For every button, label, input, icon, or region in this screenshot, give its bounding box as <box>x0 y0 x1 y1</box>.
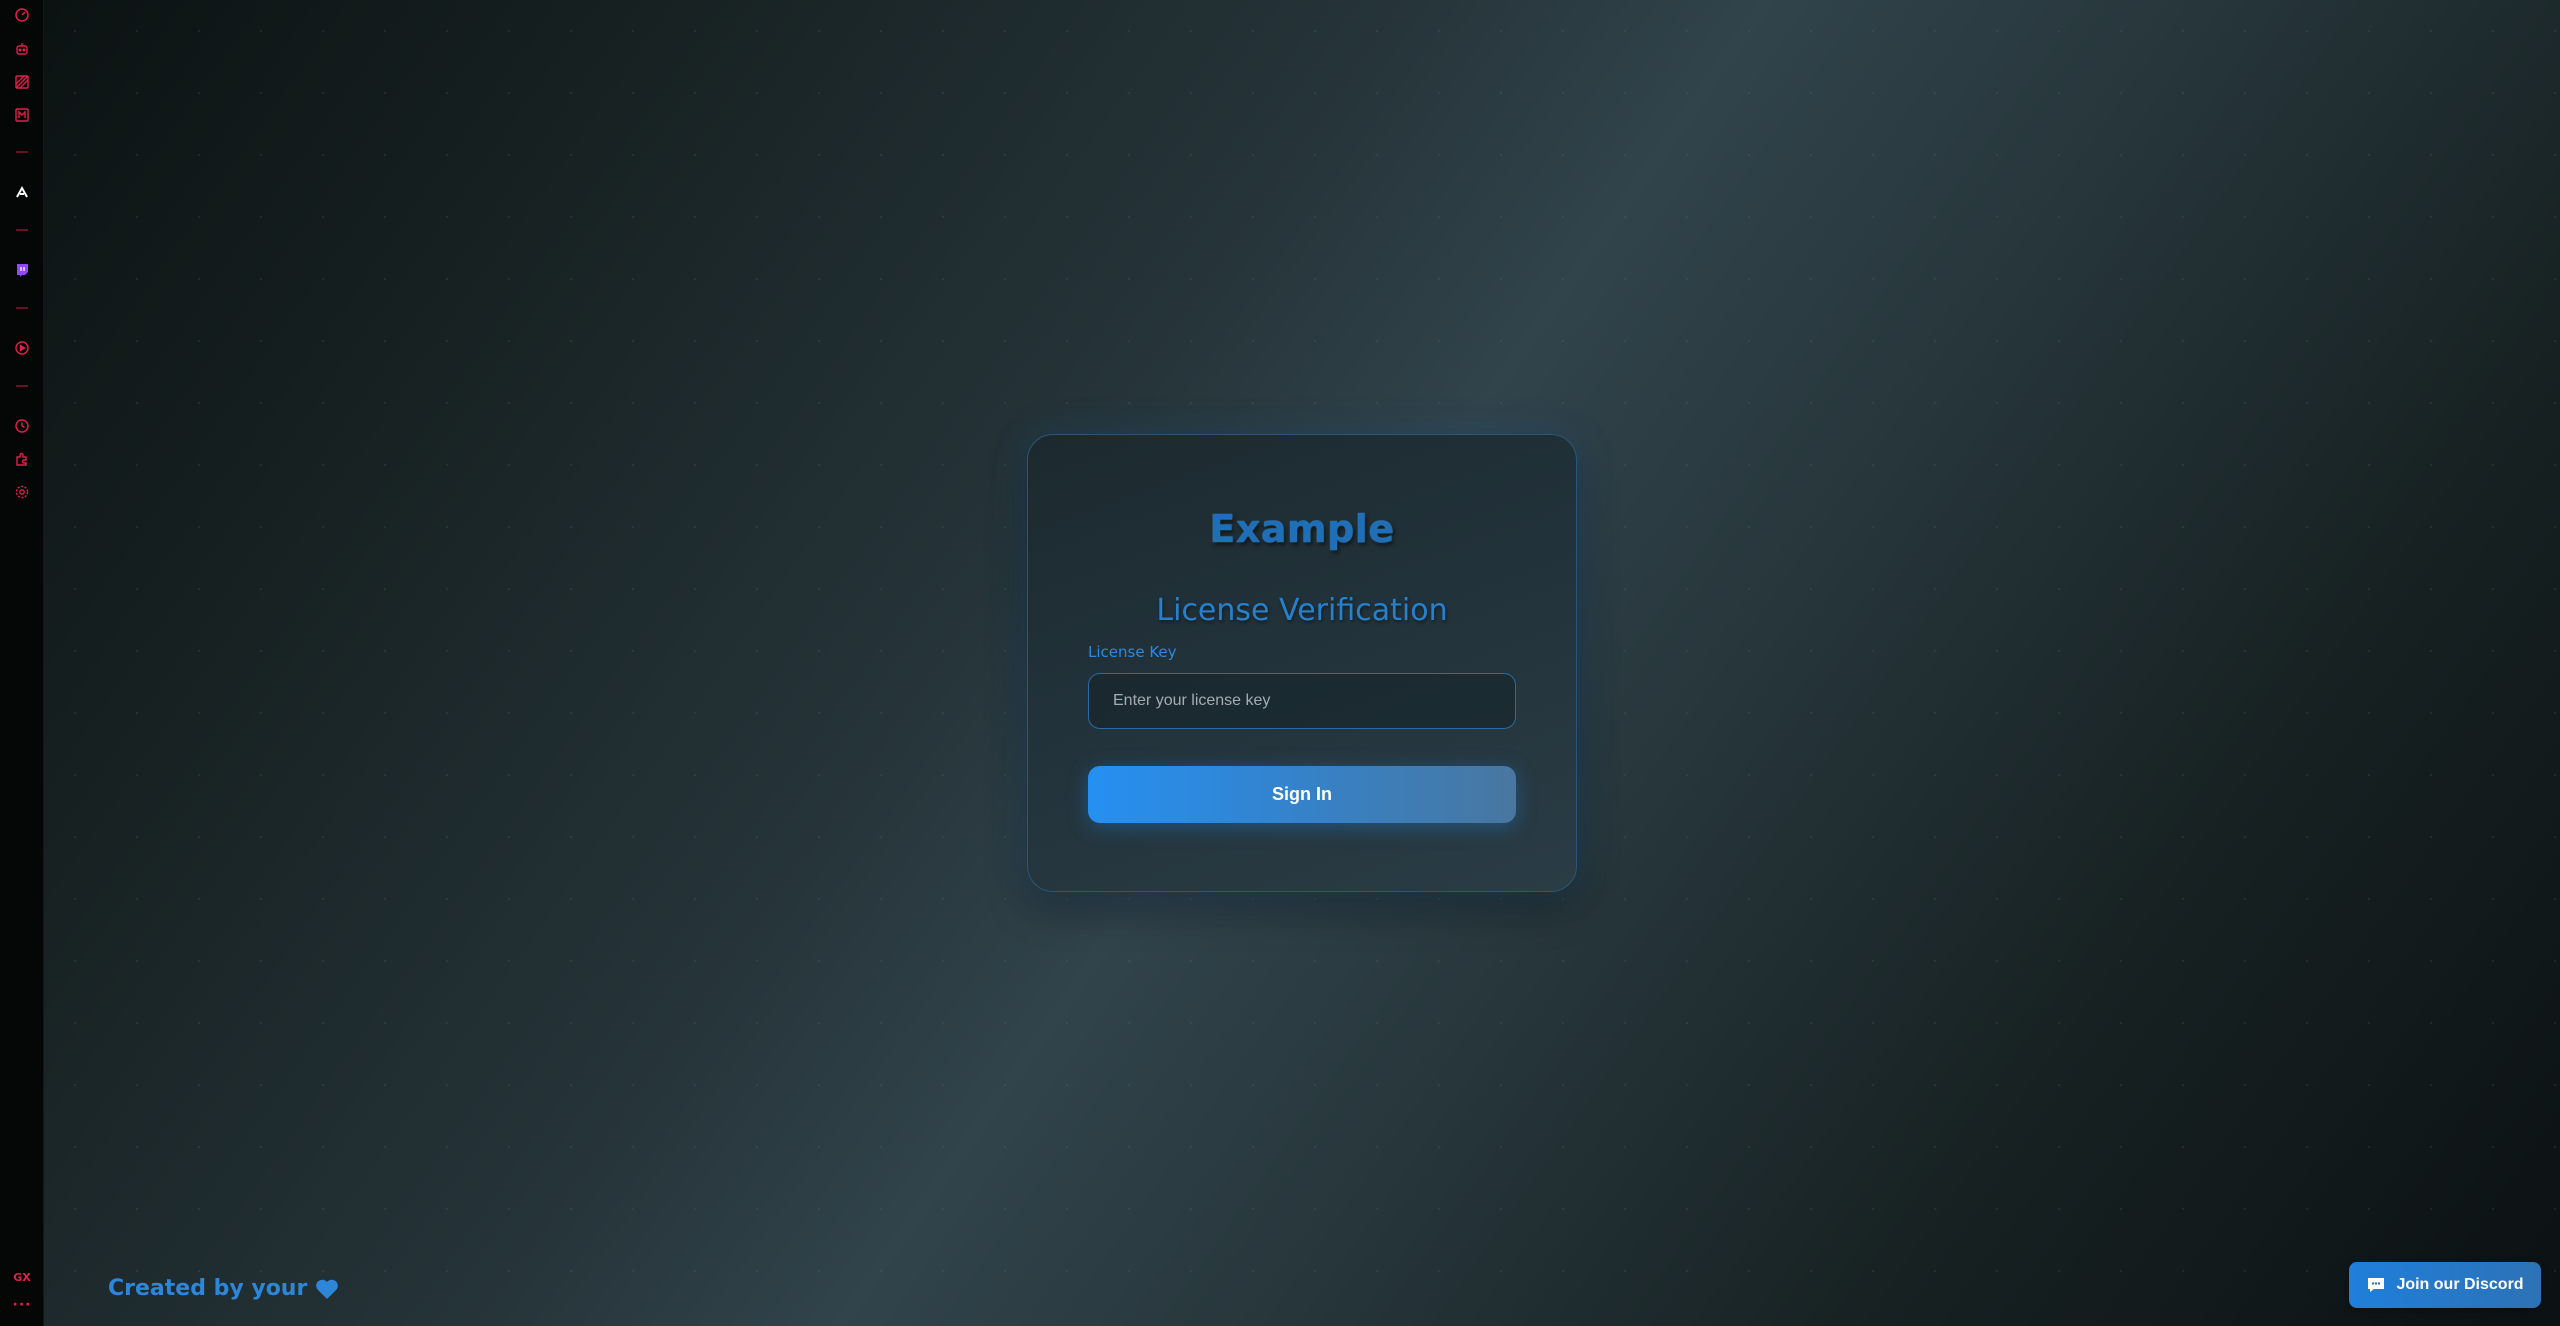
gx-label[interactable]: GX <box>10 1270 34 1286</box>
player-icon[interactable] <box>12 338 32 358</box>
discord-label: Join our Discord <box>2396 1276 2524 1293</box>
sidebar-separator <box>16 229 28 231</box>
sidebar-separator <box>16 385 28 387</box>
bot-icon[interactable] <box>12 39 32 59</box>
chat-bubble-icon <box>2366 1276 2386 1294</box>
heart-icon <box>315 1278 339 1300</box>
sign-in-button[interactable]: Sign In <box>1088 766 1516 823</box>
browser-sidebar: GX ··· <box>0 0 44 1326</box>
page-background: Example License Verification License Key… <box>44 0 2560 1326</box>
stripes-icon[interactable] <box>12 72 32 92</box>
mail-icon[interactable] <box>12 105 32 125</box>
join-discord-button[interactable]: Join our Discord <box>2349 1262 2541 1308</box>
history-icon[interactable] <box>12 416 32 436</box>
license-key-input[interactable] <box>1088 673 1516 729</box>
twitch-icon[interactable] <box>12 260 32 280</box>
settings-icon[interactable] <box>12 482 32 502</box>
browser-window: GX ··· Example License Verification Lice… <box>0 0 2560 1326</box>
speed-dial-icon[interactable] <box>12 5 32 25</box>
more-icon[interactable]: ··· <box>10 1298 34 1316</box>
license-key-label: License Key <box>1088 643 1177 661</box>
aria-icon[interactable] <box>12 182 32 202</box>
credit-label: Created by your <box>108 1276 308 1301</box>
sidebar-separator <box>16 307 28 309</box>
credit-text: Created by your <box>108 1276 339 1301</box>
page-heading: License Verification <box>1156 593 1448 628</box>
login-card: Example License Verification License Key… <box>1027 434 1577 892</box>
brand-title: Example <box>1209 507 1395 551</box>
extensions-icon[interactable] <box>12 449 32 469</box>
sidebar-separator <box>16 151 28 153</box>
